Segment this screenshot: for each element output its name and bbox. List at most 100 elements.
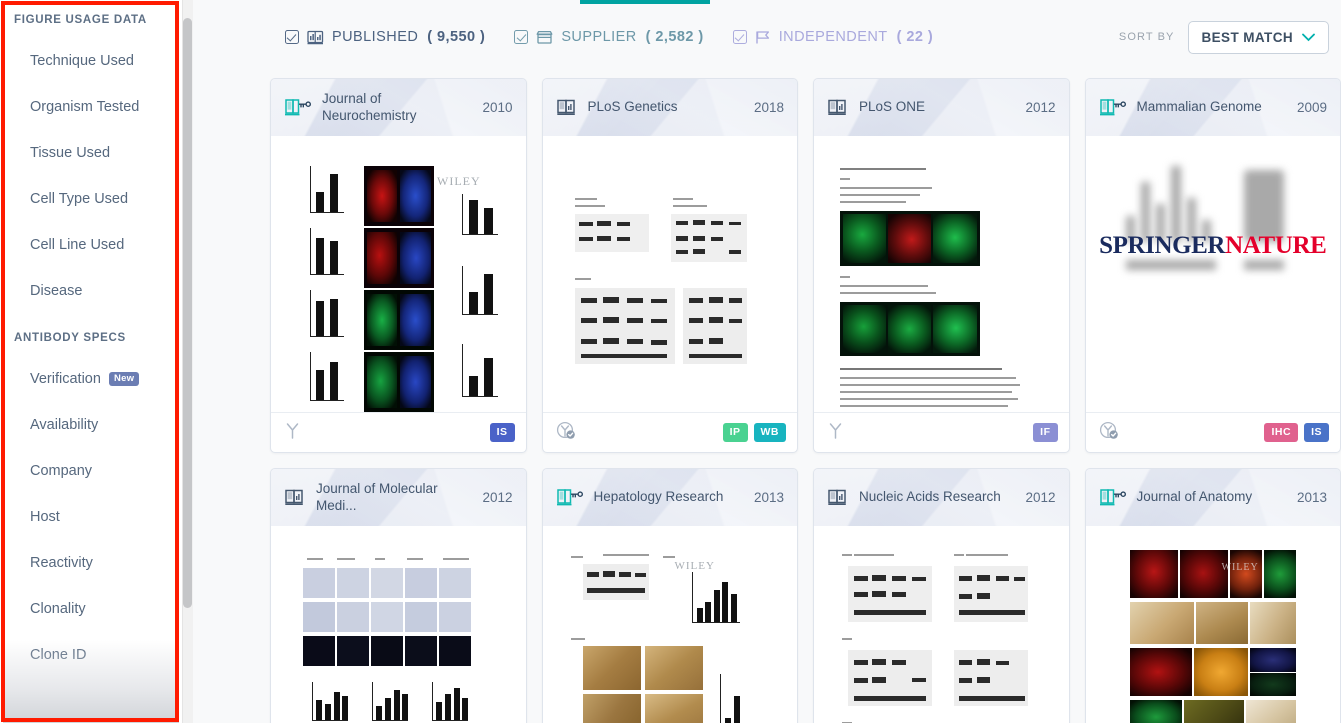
figure-image-blot-and-ihc: WILEY bbox=[543, 526, 798, 723]
sidebar-item-label: Availability bbox=[30, 417, 99, 433]
technique-tags: IHC IS bbox=[1264, 423, 1329, 442]
journal-name: Journal of Anatomy bbox=[1136, 489, 1253, 505]
filter-label: INDEPENDENT bbox=[778, 29, 888, 45]
figure-card[interactable]: Nucleic Acids Research 2012 bbox=[813, 468, 1070, 723]
figure-image-ihc-grid bbox=[271, 526, 526, 723]
card-header: Nucleic Acids Research 2012 bbox=[814, 469, 1069, 526]
publication-year: 2010 bbox=[482, 100, 513, 115]
figure-card[interactable]: Mammalian Genome 2009 SPRINGERNATURE IHC… bbox=[1084, 78, 1341, 453]
wiley-watermark: WILEY bbox=[437, 174, 481, 188]
journal-name: Journal of Molecular Medi... bbox=[316, 481, 438, 513]
figure-thumbnail[interactable]: WILEY bbox=[271, 136, 526, 412]
sidebar-item-clonality[interactable]: Clonality bbox=[0, 586, 182, 632]
antibody-verified-icon bbox=[556, 421, 576, 445]
chevron-down-icon bbox=[1302, 30, 1315, 45]
sidebar-item-label: Tissue Used bbox=[30, 145, 111, 161]
journal-name: Hepatology Research bbox=[593, 489, 724, 505]
results-row: Journal of Molecular Medi... 2012 Hepato… bbox=[270, 468, 1341, 723]
figure-thumbnail[interactable]: WILEY bbox=[1085, 526, 1340, 723]
figure-card[interactable]: Journal of Anatomy 2013 WILEY bbox=[1084, 468, 1341, 723]
checkbox-icon[interactable] bbox=[732, 30, 747, 44]
figure-image-springer-nature-watermark: SPRINGERNATURE bbox=[1086, 136, 1341, 412]
card-header: Hepatology Research 2013 bbox=[542, 469, 798, 526]
sort-by-label: SORT BY bbox=[1118, 31, 1175, 43]
figure-image-western-blots bbox=[543, 136, 798, 412]
sidebar-item-label: Cell Type Used bbox=[30, 191, 129, 207]
figure-thumbnail[interactable]: SPRINGERNATURE bbox=[1085, 136, 1341, 412]
filter-count: ( 9,550 ) bbox=[427, 29, 486, 45]
sidebar-item-cell-line-used[interactable]: Cell Line Used bbox=[0, 222, 182, 268]
figure-card[interactable]: PLoS Genetics 2018 IP WB bbox=[541, 78, 798, 453]
technique-tag[interactable]: WB bbox=[753, 423, 786, 442]
figure-card[interactable]: Hepatology Research 2013 WILEY bbox=[541, 468, 798, 723]
sidebar-item-tissue-used[interactable]: Tissue Used bbox=[0, 130, 182, 176]
figure-thumbnail[interactable] bbox=[814, 136, 1069, 412]
book-chart-icon bbox=[307, 30, 324, 45]
figure-thumbnail[interactable] bbox=[271, 526, 526, 723]
sidebar-item-label: Clone ID bbox=[30, 647, 87, 663]
technique-tag[interactable]: IS bbox=[489, 423, 515, 442]
sidebar-group-title-figure-usage-data: FIGURE USAGE DATA bbox=[14, 14, 147, 26]
figure-thumbnail[interactable] bbox=[814, 526, 1069, 723]
figure-card[interactable]: Journal of Molecular Medi... 2012 bbox=[270, 468, 527, 723]
sidebar-group-title-antibody-specs: ANTIBODY SPECS bbox=[14, 332, 126, 344]
sidebar-scroll-content: FIGURE USAGE DATA Technique Used Organis… bbox=[0, 0, 182, 723]
results-toolbar: PUBLISHED ( 9,550 ) SUPPLIER ( 2,582 ) I… bbox=[193, 4, 1341, 70]
sidebar-item-verification[interactable]: Verification New bbox=[0, 356, 182, 402]
sidebar-item-availability[interactable]: Availability bbox=[0, 402, 182, 448]
technique-tag[interactable]: IS bbox=[1304, 423, 1329, 442]
new-badge: New bbox=[108, 371, 140, 387]
sidebar-item-reactivity[interactable]: Reactivity bbox=[0, 540, 182, 586]
sidebar-item-company[interactable]: Company bbox=[0, 448, 182, 494]
journal-name: PLoS ONE bbox=[859, 99, 926, 115]
open-access-book-icon bbox=[285, 98, 311, 118]
figure-thumbnail[interactable] bbox=[542, 136, 798, 412]
technique-tags: IS bbox=[489, 423, 515, 442]
filter-count: ( 2,582 ) bbox=[645, 29, 704, 45]
results-panel: PUBLISHED ( 9,550 ) SUPPLIER ( 2,582 ) I… bbox=[193, 0, 1341, 723]
sidebar-item-technique-used[interactable]: Technique Used bbox=[0, 38, 182, 84]
card-header: PLoS Genetics 2018 bbox=[542, 79, 798, 136]
figure-card[interactable]: Journal of Neurochemistry 2010 WILEY IS bbox=[270, 78, 527, 453]
sidebar-item-label: Host bbox=[30, 509, 60, 525]
journal-name: PLoS Genetics bbox=[587, 99, 678, 115]
open-access-book-icon bbox=[1099, 488, 1126, 508]
filter-supplier[interactable]: SUPPLIER ( 2,582 ) bbox=[514, 29, 703, 45]
figure-thumbnail[interactable]: WILEY bbox=[542, 526, 798, 723]
sidebar-item-disease[interactable]: Disease bbox=[0, 268, 182, 314]
publication-year: 2012 bbox=[482, 490, 513, 505]
publication-year: 2012 bbox=[1025, 100, 1056, 115]
publication-year: 2013 bbox=[1296, 490, 1327, 505]
open-access-book-icon bbox=[556, 488, 583, 508]
card-header: Journal of Anatomy 2013 bbox=[1085, 469, 1341, 526]
sidebar-item-host[interactable]: Host bbox=[0, 494, 182, 540]
antibody-icon bbox=[827, 421, 844, 444]
sidebar-item-organism-tested[interactable]: Organism Tested bbox=[0, 84, 182, 130]
sidebar-item-label: Verification bbox=[30, 371, 101, 387]
figure-card[interactable]: PLoS ONE 2012 IF bbox=[813, 78, 1070, 453]
technique-tag[interactable]: IF bbox=[1033, 423, 1058, 442]
sort-dropdown-button[interactable]: BEST MATCH bbox=[1187, 20, 1329, 54]
antibody-icon bbox=[284, 421, 301, 444]
checkbox-icon[interactable] bbox=[285, 30, 299, 44]
sidebar-scrollbar-thumb[interactable] bbox=[183, 18, 192, 608]
source-filters: PUBLISHED ( 9,550 ) SUPPLIER ( 2,582 ) I… bbox=[285, 29, 933, 45]
flag-icon bbox=[755, 30, 771, 45]
card-header: Journal of Neurochemistry 2010 bbox=[271, 79, 526, 136]
figure-image-supplementary-figure bbox=[814, 136, 1069, 412]
technique-tag[interactable]: IHC bbox=[1264, 423, 1299, 442]
sidebar-item-clone-id[interactable]: Clone ID bbox=[0, 632, 182, 678]
technique-tag[interactable]: IP bbox=[722, 423, 748, 442]
watermark-nature: NATURE bbox=[1225, 232, 1327, 259]
sidebar-item-cell-type-used[interactable]: Cell Type Used bbox=[0, 176, 182, 222]
figure-results-grid: Journal of Neurochemistry 2010 WILEY IS … bbox=[193, 70, 1341, 723]
filter-published[interactable]: PUBLISHED ( 9,550 ) bbox=[285, 29, 485, 45]
journal-book-icon bbox=[828, 98, 848, 118]
journal-name: Mammalian Genome bbox=[1136, 99, 1262, 115]
sidebar-item-label: Company bbox=[30, 463, 93, 479]
filter-independent[interactable]: INDEPENDENT ( 22 ) bbox=[732, 29, 934, 45]
publication-year: 2009 bbox=[1296, 100, 1327, 115]
filter-count: ( 22 ) bbox=[896, 29, 934, 45]
app-root: FIGURE USAGE DATA Technique Used Organis… bbox=[0, 0, 1341, 723]
checkbox-icon[interactable] bbox=[514, 30, 529, 44]
